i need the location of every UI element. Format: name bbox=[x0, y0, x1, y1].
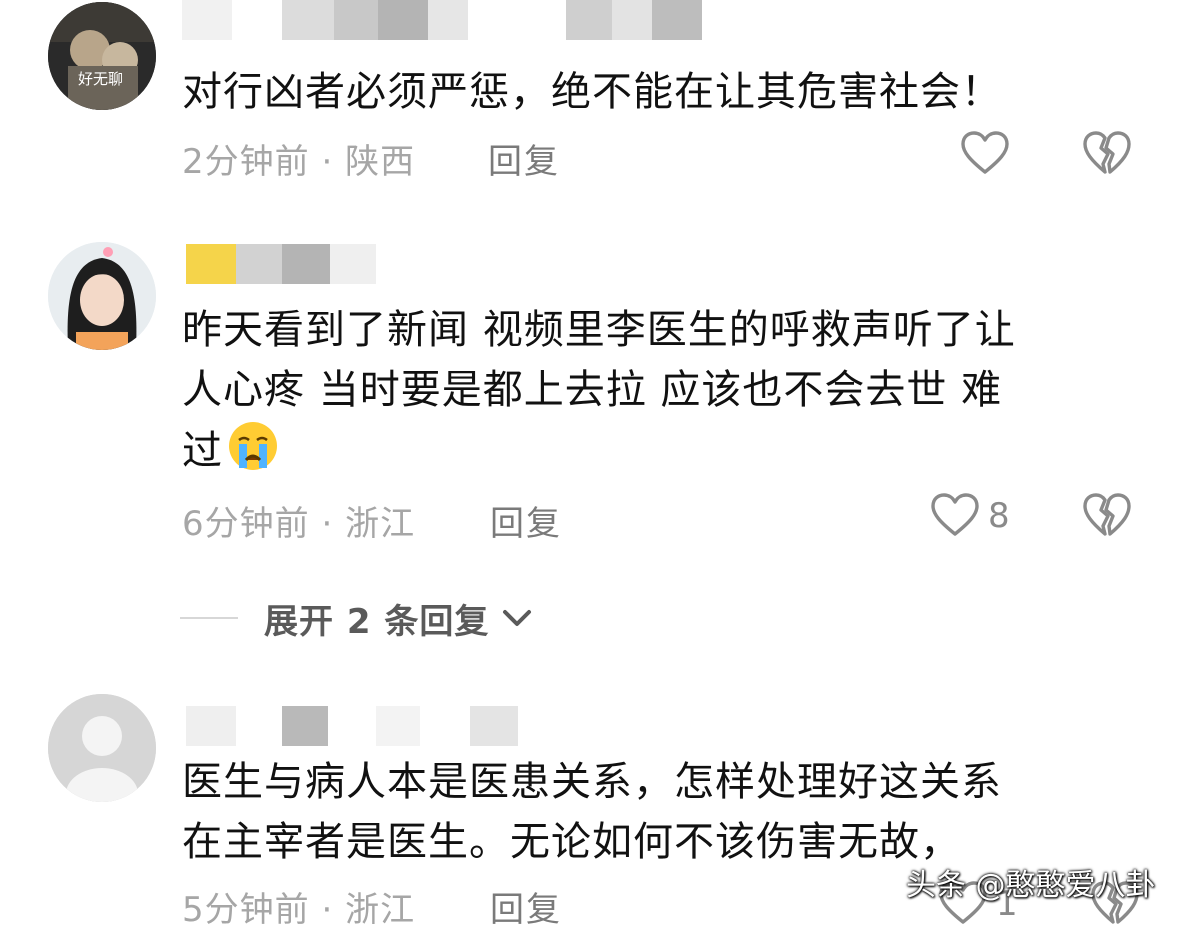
like-heart-icon[interactable] bbox=[930, 492, 980, 538]
expand-replies-label: 展开 2 条回复 bbox=[264, 602, 490, 642]
like-heart-icon[interactable] bbox=[960, 130, 1010, 176]
comment-text-line: 医生与病人本是医患关系，怎样处理好这关系 bbox=[182, 759, 1002, 805]
username-mosaic[interactable] bbox=[186, 244, 376, 284]
meta-separator: · bbox=[321, 890, 334, 930]
comment-location: 浙江 bbox=[345, 890, 416, 930]
comment-text: 昨天看到了新闻 视频里李医生的呼救声听了让 人心疼 当时要是都上去拉 应该也不会… bbox=[182, 300, 1142, 481]
reply-button[interactable]: 回复 bbox=[488, 134, 560, 183]
watermark: 头条 @憨憨爱八卦 bbox=[906, 868, 1156, 903]
meta-separator: · bbox=[321, 504, 334, 544]
avatar-label: 好无聊 bbox=[78, 70, 124, 88]
comment-text-line: 过 bbox=[182, 428, 223, 474]
chevron-down-icon bbox=[503, 610, 531, 626]
avatar[interactable] bbox=[48, 694, 156, 802]
comment-text-line-with-emoji: 过 bbox=[182, 420, 1142, 481]
avatar-image bbox=[48, 2, 156, 110]
username-mosaic[interactable] bbox=[186, 706, 518, 746]
comment-location: 陕西 bbox=[345, 142, 416, 182]
reply-button[interactable]: 回复 bbox=[490, 882, 562, 931]
comment-text: 对行凶者必须严惩，绝不能在让其危害社会！ bbox=[182, 69, 1002, 115]
comment-meta: 5分钟前 · 浙江 bbox=[182, 882, 415, 931]
crying-face-emoji-icon bbox=[229, 422, 277, 470]
default-avatar-icon bbox=[48, 694, 156, 802]
comment-meta: 2分钟前 · 陕西 bbox=[182, 134, 415, 183]
comment-time: 5分钟前 bbox=[182, 890, 310, 930]
like-count: 8 bbox=[988, 496, 1010, 536]
comment-time: 6分钟前 bbox=[182, 504, 310, 544]
avatar[interactable] bbox=[48, 242, 156, 350]
avatar[interactable]: 好无聊 bbox=[48, 2, 156, 110]
comment-meta: 6分钟前 · 浙江 bbox=[182, 496, 415, 545]
comment-time: 2分钟前 bbox=[182, 142, 310, 182]
comment-location: 浙江 bbox=[345, 504, 416, 544]
comment-text-line: 昨天看到了新闻 视频里李医生的呼救声听了让 bbox=[182, 307, 1016, 353]
username-mosaic[interactable] bbox=[182, 0, 702, 40]
comment-text: 医生与病人本是医患关系，怎样处理好这关系 在主宰者是医生。无论如何不该伤害无故， bbox=[182, 752, 1142, 872]
dislike-broken-heart-icon[interactable] bbox=[1082, 130, 1132, 176]
meta-separator: · bbox=[321, 142, 334, 182]
expand-divider-line bbox=[180, 617, 238, 619]
reply-button[interactable]: 回复 bbox=[490, 496, 562, 545]
avatar-image bbox=[48, 242, 156, 350]
dislike-broken-heart-icon[interactable] bbox=[1082, 492, 1132, 538]
comment-text-line: 人心疼 当时要是都上去拉 应该也不会去世 难 bbox=[182, 367, 1003, 413]
